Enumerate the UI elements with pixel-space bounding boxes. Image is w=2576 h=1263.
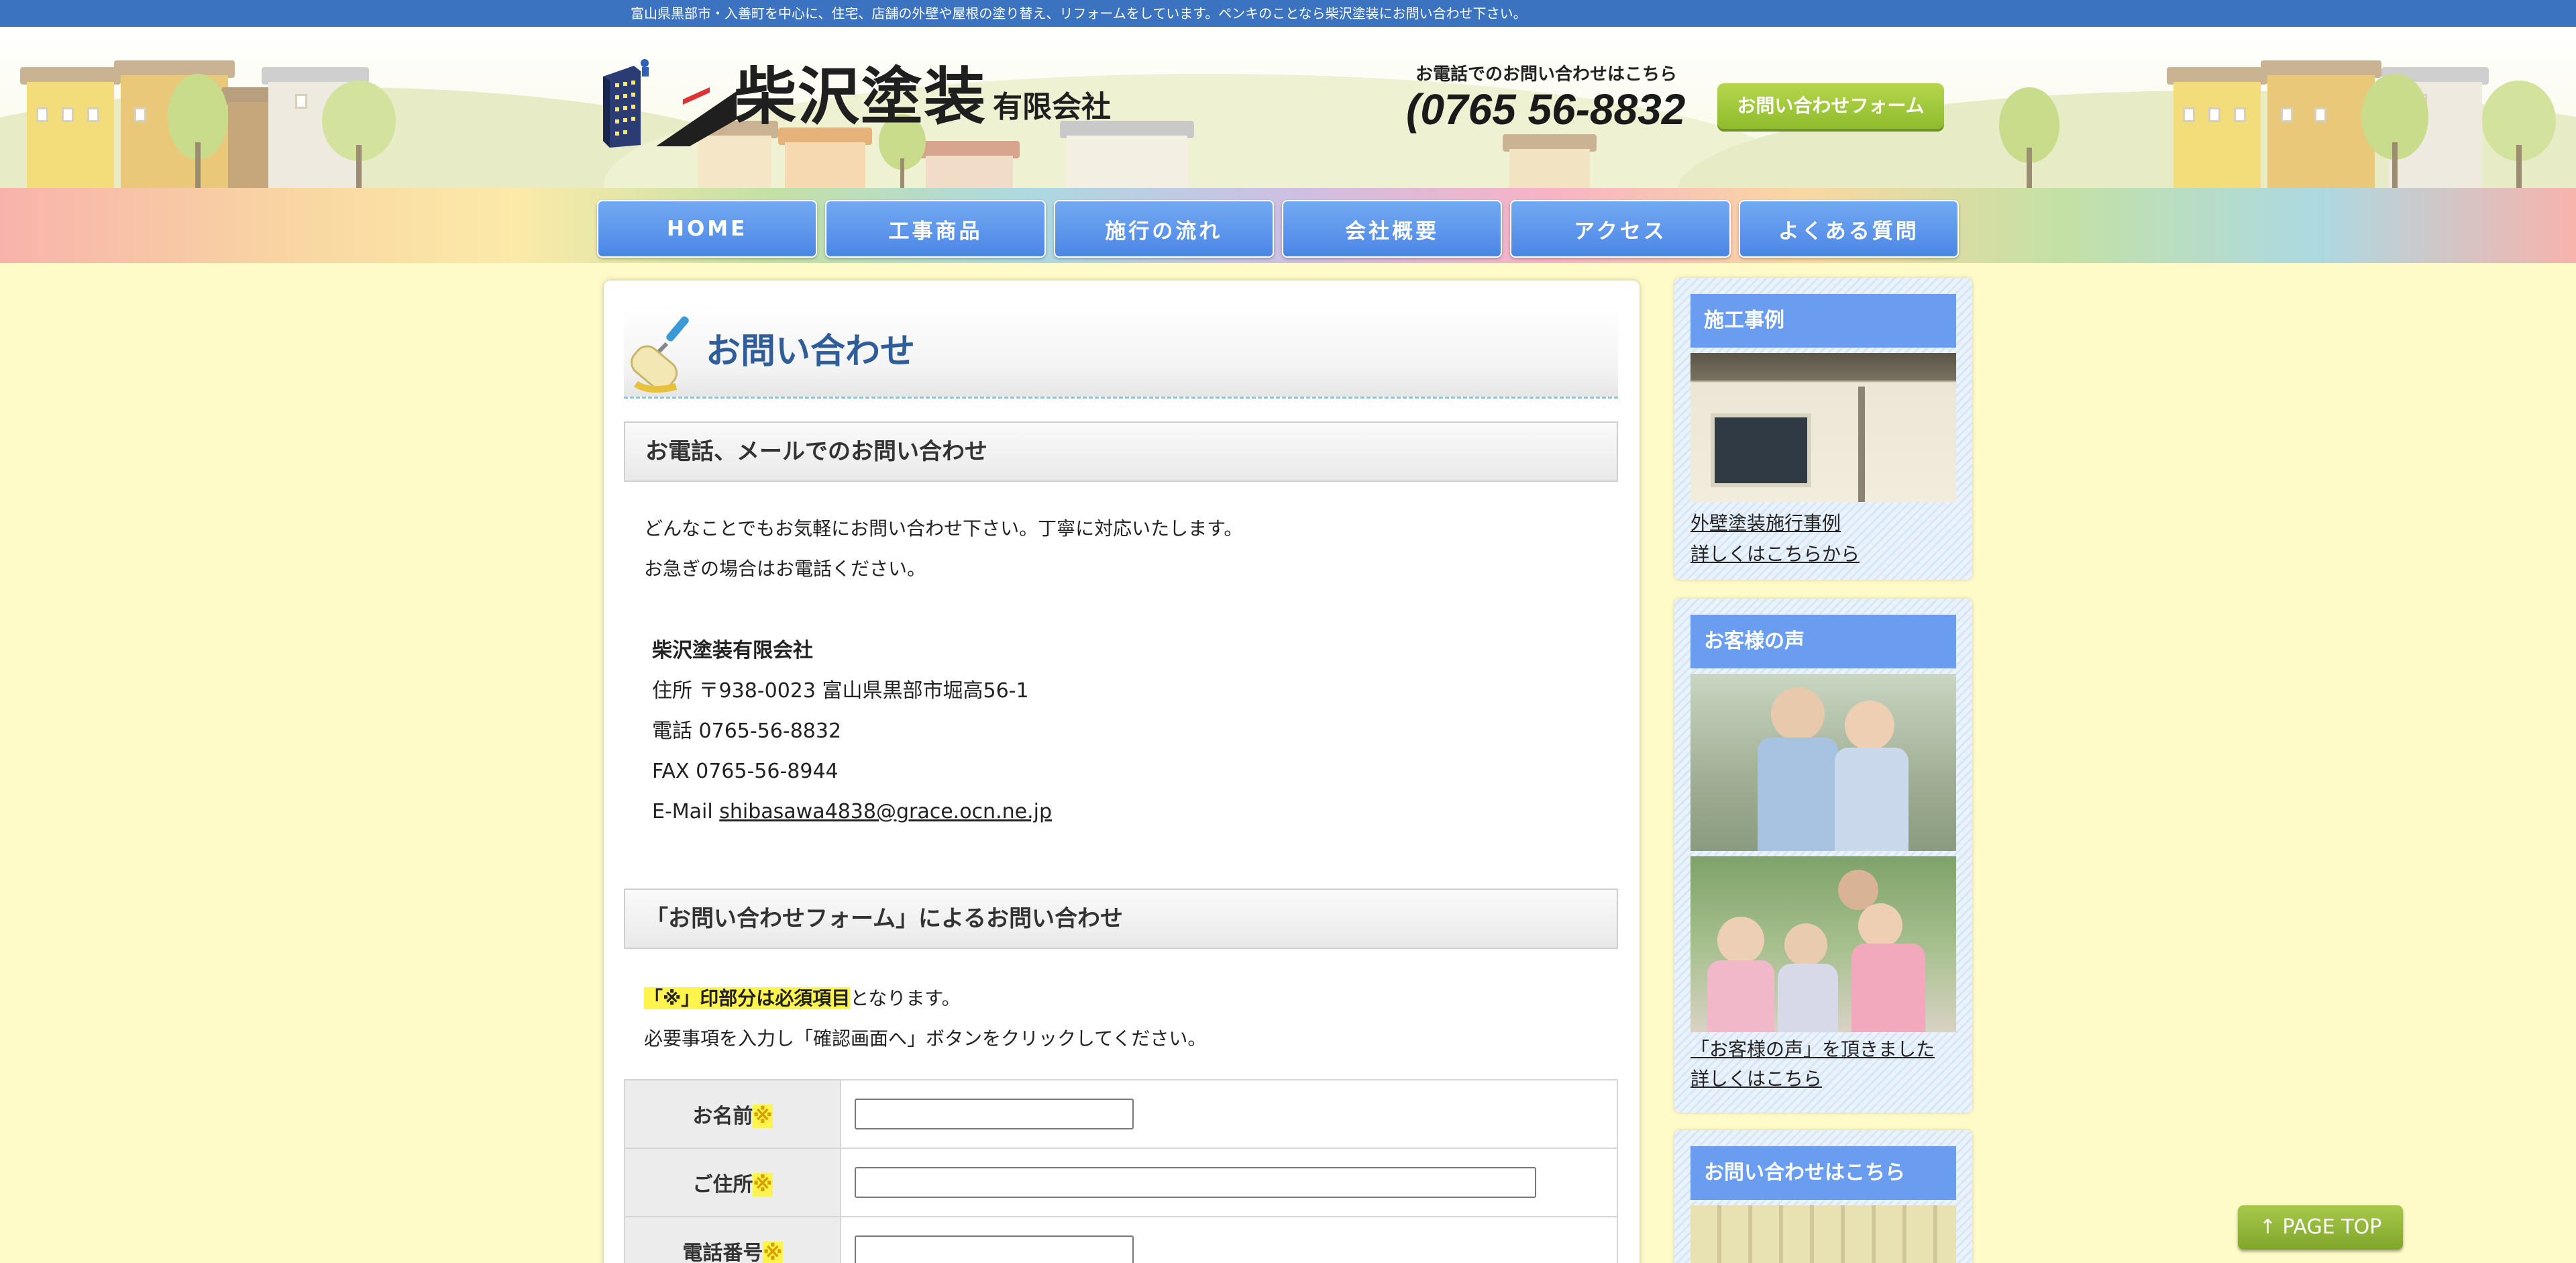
- section-heading-form: 「お問い合わせフォーム」によるお問い合わせ: [624, 889, 1618, 949]
- photo-person: [1845, 701, 1894, 750]
- works-link[interactable]: 外壁塗装施行事例: [1690, 509, 1956, 538]
- inquiry-form-button[interactable]: お問い合わせフォーム: [1717, 83, 1944, 129]
- required-note-rest: となります。: [850, 987, 961, 1009]
- photo-person: [1717, 917, 1764, 964]
- nav-item-faq[interactable]: よくある質問: [1738, 200, 1959, 258]
- company-email: E-Mail shibasawa4838@grace.ocn.ne.jp: [652, 799, 1052, 825]
- header-house-illustration: [2261, 60, 2381, 188]
- photo-person: [1858, 903, 1902, 948]
- header-tree-illustration: [168, 74, 228, 188]
- photo-drainpipe: [1858, 387, 1865, 502]
- form-label-name: お名前※: [624, 1079, 841, 1149]
- tel-label: お電話でのお問い合わせはこちら: [1415, 64, 1678, 85]
- voice-photo-family[interactable]: [1690, 856, 1956, 1032]
- form-label-address: ご住所※: [624, 1148, 841, 1217]
- sidebar-voice-box: お客様の声 「お客様の声」を頂きました 詳しくはこちら: [1674, 599, 1972, 1113]
- page-top-button[interactable]: ↑ PAGE TOP: [2238, 1205, 2403, 1250]
- nav-item-access[interactable]: アクセス: [1510, 200, 1731, 258]
- required-mark: ※: [753, 1173, 773, 1197]
- form-row-phone: 電話番号※: [624, 1216, 1618, 1263]
- sidebar-works-title: 施工事例: [1690, 294, 1956, 348]
- sidebar-works-box: 施工事例 外壁塗装施行事例 詳しくはこちらから: [1674, 278, 1972, 580]
- company-fax: FAX 0765-56-8944: [652, 760, 839, 783]
- nav-item-company[interactable]: 会社概要: [1281, 200, 1503, 258]
- company-name: 柴沢塗装有限会社: [652, 639, 813, 662]
- photo-person: [1851, 944, 1925, 1032]
- inquiry-form-table: お名前※ ご住所※ 電話番号※: [624, 1079, 1618, 1263]
- paint-roller-icon: [630, 316, 689, 393]
- email-link[interactable]: shibasawa4838@grace.ocn.ne.jp: [719, 800, 1052, 823]
- required-mark: ※: [763, 1242, 783, 1263]
- photo-person: [1778, 964, 1838, 1032]
- photo-person: [1758, 738, 1838, 851]
- tel-number-value: 0765 56-8832: [1420, 85, 1686, 134]
- contact-photo[interactable]: [1690, 1205, 1956, 1263]
- form-label-phone: 電話番号※: [624, 1216, 841, 1263]
- phone-input[interactable]: [855, 1235, 1134, 1263]
- photo-person: [1771, 687, 1825, 741]
- header-house-illustration: [778, 128, 872, 188]
- voice-link[interactable]: 「お客様の声」を頂きました 詳しくはこちら: [1690, 1035, 1956, 1094]
- header-house-illustration: [20, 67, 121, 188]
- company-phone: 電話 0765-56-8832: [652, 719, 842, 743]
- header-house-illustration: [919, 141, 1020, 188]
- photo-person: [1784, 923, 1827, 966]
- sidebar-voice-title: お客様の声: [1690, 615, 1956, 668]
- header-house-illustration: [2167, 67, 2267, 188]
- company-address: 住所 〒938-0023 富山県黒部市堀高56-1: [652, 679, 1029, 703]
- photo-person: [1835, 748, 1909, 851]
- works-link-more[interactable]: 詳しくはこちらから: [1690, 540, 1956, 569]
- top-tagline-bar: 富山県黒部市・入善町を中心に、住宅、店舗の外壁や屋根の塗り替え、リフォームをして…: [0, 0, 2576, 27]
- section-heading-phone-mail: お電話、メールでのお問い合わせ: [624, 421, 1618, 482]
- company-logo-text[interactable]: 柴沢塗装: [735, 62, 987, 132]
- nav-item-flow[interactable]: 施行の流れ: [1053, 200, 1274, 258]
- header-house-illustration: [1060, 121, 1194, 188]
- header-tree-illustration: [2482, 81, 2556, 188]
- intro-text: お急ぎの場合はお電話ください。: [644, 558, 926, 580]
- company-type-text: 有限会社: [993, 90, 1111, 124]
- top-tagline: 富山県黒部市・入善町を中心に、住宅、店舗の外壁や屋根の塗り替え、リフォームをして…: [631, 5, 1527, 21]
- required-note: 「※」印部分は必須項目となります。: [644, 985, 961, 1012]
- email-label: E-Mail: [652, 800, 720, 823]
- header-tree-illustration: [1999, 87, 2059, 188]
- sidebar-contact-box: お問い合わせはこちら: [1674, 1130, 1972, 1263]
- form-row-address: ご住所※: [624, 1148, 1618, 1217]
- sidebar-contact-title: お問い合わせはこちら: [1690, 1146, 1956, 1200]
- nav-item-products[interactable]: 工事商品: [825, 200, 1046, 258]
- voice-photo-couple[interactable]: [1690, 674, 1956, 851]
- header-house-illustration: [1503, 134, 1597, 188]
- photo-person: [1707, 960, 1774, 1032]
- tel-number: (0765 56-8832: [1406, 85, 1686, 134]
- form-instruction: 必要事項を入力し「確認画面へ」ボタンをクリックしてください。: [644, 1027, 1207, 1050]
- name-input[interactable]: [855, 1099, 1134, 1129]
- header-tree-illustration: [322, 81, 396, 188]
- main-content: お問い合わせ お電話、メールでのお問い合わせ どんなことでもお気軽にお問い合わせ…: [604, 281, 1640, 1263]
- nav-item-home[interactable]: HOME: [597, 200, 818, 258]
- page-title: お問い合わせ: [706, 332, 916, 372]
- global-nav: HOME 工事商品 施行の流れ 会社概要 アクセス よくある質問: [597, 200, 1959, 258]
- logo-stripe-icon: [656, 87, 737, 146]
- required-note-highlight: 「※」印部分は必須項目: [644, 987, 851, 1009]
- required-mark: ※: [753, 1105, 773, 1128]
- site-header: [0, 27, 2576, 188]
- intro-text: どんなことでもお気軽にお問い合わせ下さい。丁寧に対応いたします。: [644, 517, 1243, 540]
- header-tree-illustration: [2361, 74, 2428, 188]
- photo-window: [1711, 413, 1811, 487]
- form-row-name: お名前※: [624, 1079, 1618, 1149]
- page-title-bar: お問い合わせ: [624, 305, 1618, 399]
- address-input[interactable]: [855, 1167, 1536, 1198]
- works-photo[interactable]: [1690, 353, 1956, 502]
